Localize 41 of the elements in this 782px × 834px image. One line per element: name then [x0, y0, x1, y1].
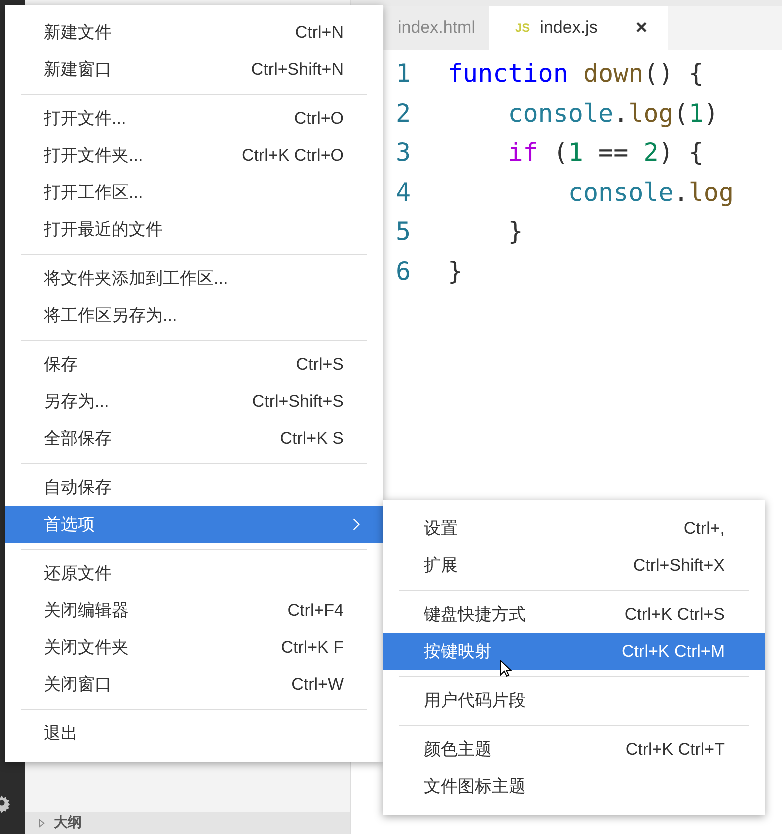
code-line: }: [448, 256, 464, 286]
line-number: 4: [394, 178, 412, 207]
menu-item[interactable]: 还原文件: [5, 555, 383, 592]
menu-item[interactable]: 将文件夹添加到工作区...: [5, 260, 383, 297]
menu-item[interactable]: 保存 Ctrl+S: [5, 346, 383, 383]
code-line: if (1 == 2) {: [507, 138, 704, 168]
section-title: 大纲: [54, 814, 82, 832]
line-number: 3: [394, 138, 412, 168]
line-number: 5: [394, 217, 412, 246]
menu-item[interactable]: 用户代码片段: [383, 682, 765, 719]
menu-item[interactable]: 关闭文件夹 Ctrl+K F: [5, 629, 383, 666]
menu-item[interactable]: 关闭窗口 Ctrl+W: [5, 666, 383, 703]
menu-item[interactable]: 新建窗口 Ctrl+Shift+N: [5, 51, 383, 88]
editor-tab[interactable]: JS index.js ×: [489, 6, 668, 50]
mouse-cursor-icon: [500, 660, 512, 678]
menu-item[interactable]: 全部保存 Ctrl+K S: [5, 420, 383, 457]
line-number: 1: [394, 59, 412, 88]
outline-section-header[interactable]: 大纲: [25, 812, 350, 834]
menu-item[interactable]: 打开文件... Ctrl+O: [5, 100, 383, 137]
code-line: console.log: [567, 178, 734, 207]
menu-item[interactable]: 扩展 Ctrl+Shift+X: [383, 547, 765, 584]
menu-item[interactable]: 颜色主题 Ctrl+K Ctrl+T: [383, 731, 765, 768]
code-line: }: [507, 217, 524, 246]
code-line: function down() {: [448, 59, 704, 88]
line-number: 6: [394, 256, 412, 286]
line-number: 2: [394, 98, 412, 128]
menu-item[interactable]: 退出: [5, 715, 383, 752]
menu-item[interactable]: 打开工作区...: [5, 174, 383, 211]
menu-item[interactable]: 将工作区另存为...: [5, 297, 383, 334]
menu-item[interactable]: 打开最近的文件: [5, 211, 383, 248]
menu-item[interactable]: 关闭编辑器 Ctrl+F4: [5, 592, 383, 629]
menu-item[interactable]: 按键映射 Ctrl+K Ctrl+M: [383, 633, 765, 670]
menu-item[interactable]: 打开文件夹... Ctrl+K Ctrl+O: [5, 137, 383, 174]
menu-item[interactable]: 设置 Ctrl+,: [383, 510, 765, 547]
code-line: console.log(1): [507, 98, 719, 128]
menu-item[interactable]: 另存为... Ctrl+Shift+S: [5, 383, 383, 420]
menu-item[interactable]: 自动保存: [5, 469, 383, 506]
menu-item[interactable]: 文件图标主题: [383, 768, 765, 805]
menu-item[interactable]: 键盘快捷方式 Ctrl+K Ctrl+S: [383, 596, 765, 633]
menu-item[interactable]: 新建文件 Ctrl+N: [5, 14, 383, 51]
menu-item[interactable]: 首选项: [5, 506, 383, 543]
